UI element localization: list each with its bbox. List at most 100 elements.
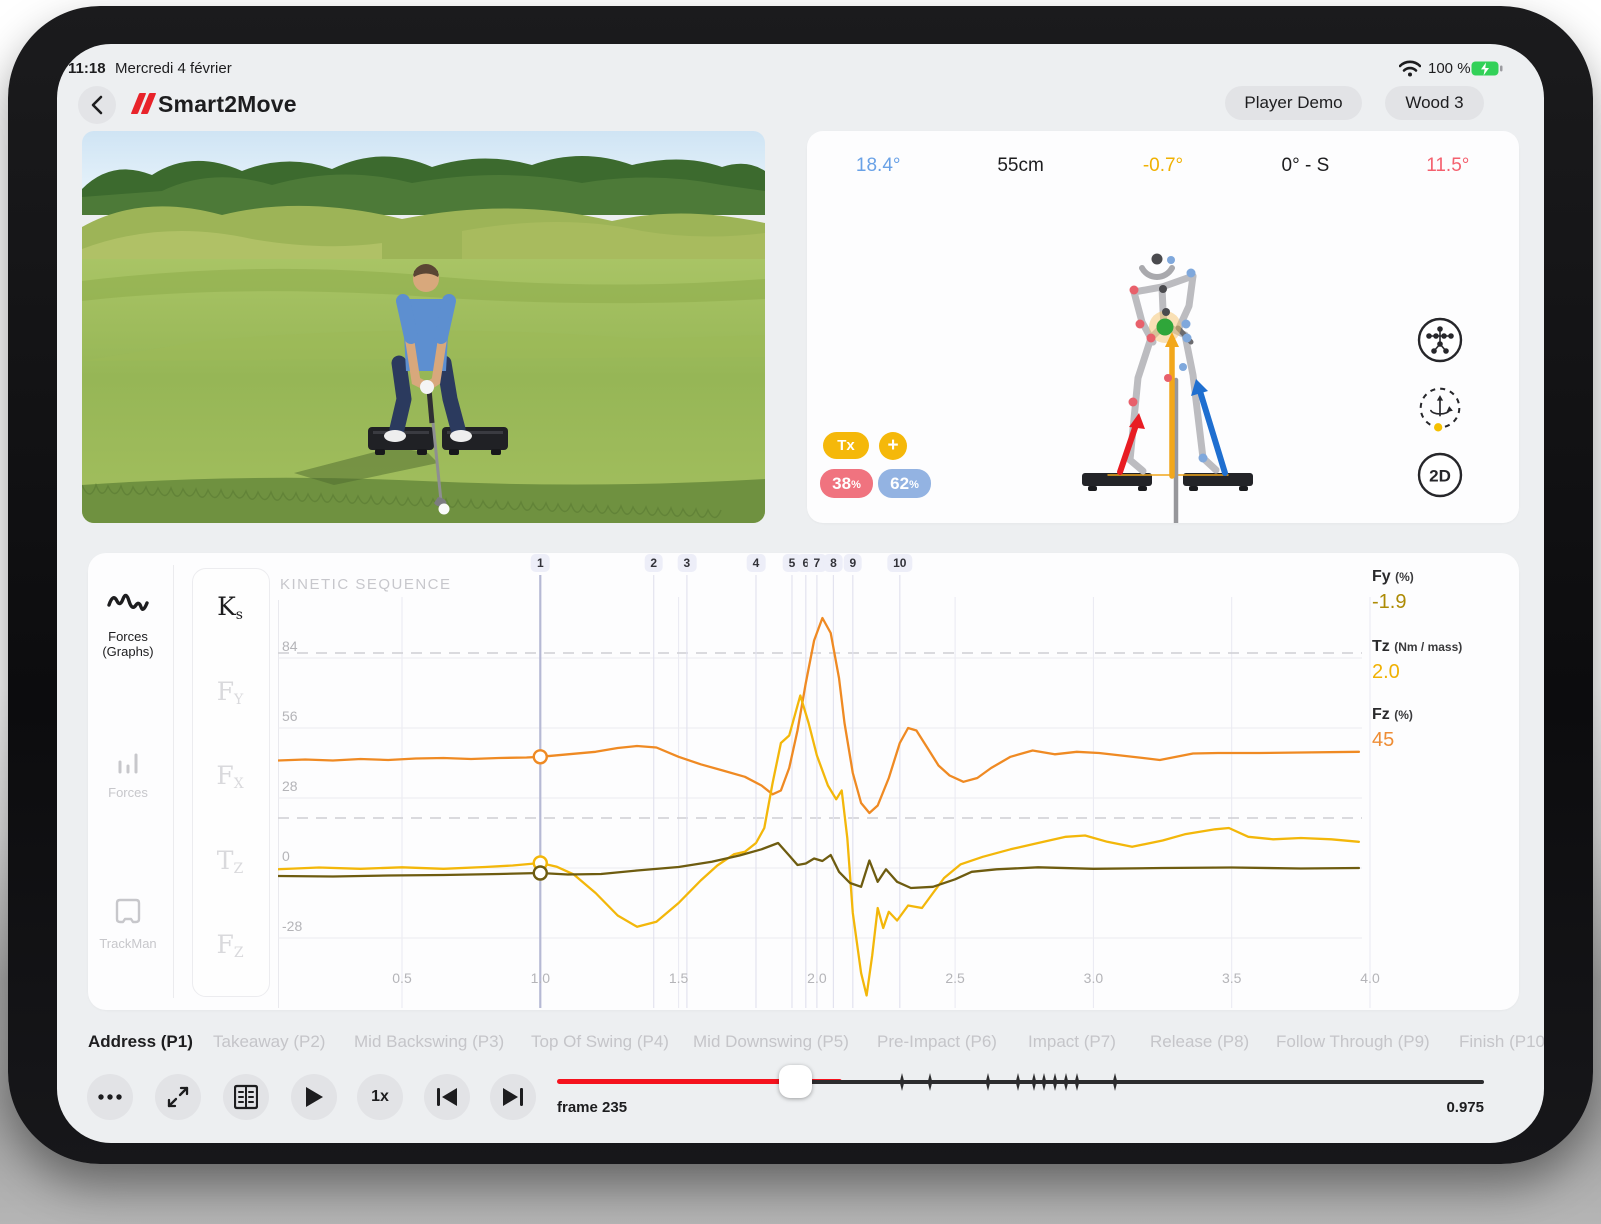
svg-text:0.5: 0.5 (392, 970, 412, 986)
player-demo-button[interactable]: Player Demo (1225, 86, 1362, 120)
booklet-icon (234, 1084, 258, 1110)
svg-text:-28: -28 (282, 918, 302, 934)
add-overlay-button[interactable]: + (879, 432, 907, 460)
svg-text:1.0: 1.0 (531, 970, 551, 986)
svg-text:0: 0 (282, 848, 290, 864)
sidebar-item-label: TrackMan (88, 936, 168, 951)
phase-marker-4[interactable]: 4 (747, 554, 766, 572)
phase-marker-3[interactable]: 3 (678, 554, 697, 572)
svg-text:3.5: 3.5 (1222, 970, 1242, 986)
selector-ks[interactable]: Ks (192, 592, 268, 623)
2d-view-button[interactable]: 2D (1417, 452, 1463, 498)
svg-text:2.5: 2.5 (945, 970, 965, 986)
smart2move-logo-icon (135, 93, 155, 119)
rotate-view-button[interactable] (1417, 385, 1463, 431)
more-options-button[interactable] (87, 1074, 133, 1120)
timeline-end-value: 0.975 (1384, 1099, 1484, 1116)
battery-percent: 100 % (1428, 60, 1471, 77)
expand-icon (167, 1086, 189, 1108)
readout-unit: (%) (1394, 708, 1413, 722)
tx-toggle[interactable]: Tx (823, 432, 869, 459)
pose-metric: 18.4° (807, 155, 949, 177)
readout-value: 2.0 (1372, 661, 1492, 684)
status-time: 11:18 (68, 60, 106, 77)
readout-fy: Fy (%) -1.9 (1372, 568, 1492, 614)
right-pct-sign: % (909, 479, 919, 491)
play-icon (304, 1086, 324, 1108)
bars-icon (88, 750, 168, 781)
playback-rate-button[interactable]: 1x (357, 1074, 403, 1120)
sidebar-item-forces[interactable]: Forces (88, 750, 168, 840)
svg-text:28: 28 (282, 778, 298, 794)
selector-fz[interactable]: FZ (192, 930, 268, 961)
club-select-button[interactable]: Wood 3 (1385, 86, 1484, 120)
svg-text:2D: 2D (1429, 467, 1451, 486)
skeleton-figure[interactable] (1050, 230, 1300, 523)
selector-main: T (217, 846, 234, 875)
battery-icon (1471, 61, 1503, 77)
selector-fx[interactable]: FX (192, 761, 268, 792)
back-button[interactable] (78, 86, 116, 124)
phase-marker-9[interactable]: 9 (843, 554, 862, 572)
svg-text:4.0: 4.0 (1360, 970, 1380, 986)
pose-panel: 18.4°55cm-0.7°0° - S11.5° (807, 131, 1519, 523)
kinetic-sequence-plot[interactable]: 8456280-280.51.01.52.02.53.03.54.0 (278, 575, 1383, 1011)
step-back-icon (436, 1087, 458, 1107)
swing-video[interactable] (82, 131, 765, 523)
svg-text:1.5: 1.5 (669, 970, 689, 986)
sidenav-divider (173, 565, 174, 998)
right-foot-pressure-badge: 62% (878, 469, 931, 498)
phase-marker-2[interactable]: 2 (644, 554, 663, 572)
fullscreen-button[interactable] (155, 1074, 201, 1120)
selector-sub: X (234, 776, 244, 792)
sidebar-item-label: Forces (88, 785, 168, 800)
left-pct-sign: % (851, 479, 861, 491)
right-pct: 62 (890, 474, 909, 494)
phase-tab-p8[interactable]: Release (P8) (1150, 1032, 1249, 1052)
selector-sub: Z (234, 945, 244, 961)
phase-marker-1[interactable]: 1 (531, 554, 550, 572)
selector-fy[interactable]: FY (192, 677, 268, 708)
readout-unit: (%) (1395, 570, 1414, 584)
phase-tab-p10[interactable]: Finish (P10) (1459, 1032, 1544, 1052)
next-frame-button[interactable] (490, 1074, 536, 1120)
plus-icon: + (887, 435, 898, 457)
phase-tab-p9[interactable]: Follow Through (P9) (1276, 1032, 1430, 1052)
wifi-icon (1399, 60, 1421, 77)
pose-metric: 55cm (949, 155, 1091, 177)
chevron-left-icon (91, 95, 103, 115)
readout-fz: Fz (%) 45 (1372, 706, 1492, 752)
pose-metric: 11.5° (1377, 155, 1519, 177)
selector-tz[interactable]: TZ (192, 846, 268, 877)
play-button[interactable] (291, 1074, 337, 1120)
readout-value: -1.9 (1372, 591, 1492, 614)
skeleton-view-icon (1417, 317, 1463, 363)
sidebar-item-trackman[interactable]: TrackMan (88, 897, 168, 987)
readout-tz: Tz (Nm / mass) 2.0 (1372, 638, 1492, 684)
wave-icon (88, 590, 168, 625)
selector-sub: s (236, 607, 243, 623)
golf-scene (82, 131, 765, 523)
pose-metric: 0° - S (1234, 155, 1376, 177)
report-button[interactable] (223, 1074, 269, 1120)
sidebar-item-forces-graphs-[interactable]: Forces (Graphs) (88, 590, 168, 680)
phase-tab-p1[interactable]: Address (P1) (88, 1032, 193, 1052)
frame-counter: frame 235 (557, 1099, 627, 1116)
phase-marker-8[interactable]: 8 (824, 554, 843, 572)
phase-tab-p6[interactable]: Pre-Impact (P6) (877, 1032, 997, 1052)
phase-tab-p7[interactable]: Impact (P7) (1028, 1032, 1116, 1052)
readout-value: 45 (1372, 729, 1492, 752)
skeleton-view-button[interactable] (1417, 317, 1463, 363)
pose-metrics-row: 18.4°55cm-0.7°0° - S11.5° (807, 153, 1519, 179)
prev-frame-button[interactable] (424, 1074, 470, 1120)
phase-tab-p5[interactable]: Mid Downswing (P5) (693, 1032, 849, 1052)
timeline-handle[interactable] (779, 1065, 812, 1098)
phase-marker-10[interactable]: 10 (887, 554, 912, 572)
tx-label: Tx (837, 437, 855, 454)
curve-fy (278, 843, 1359, 888)
phase-tab-p2[interactable]: Takeaway (P2) (213, 1032, 325, 1052)
phase-tab-p4[interactable]: Top Of Swing (P4) (531, 1032, 669, 1052)
selector-main: K (217, 592, 236, 621)
phase-tab-p3[interactable]: Mid Backswing (P3) (354, 1032, 504, 1052)
step-forward-icon (502, 1087, 524, 1107)
